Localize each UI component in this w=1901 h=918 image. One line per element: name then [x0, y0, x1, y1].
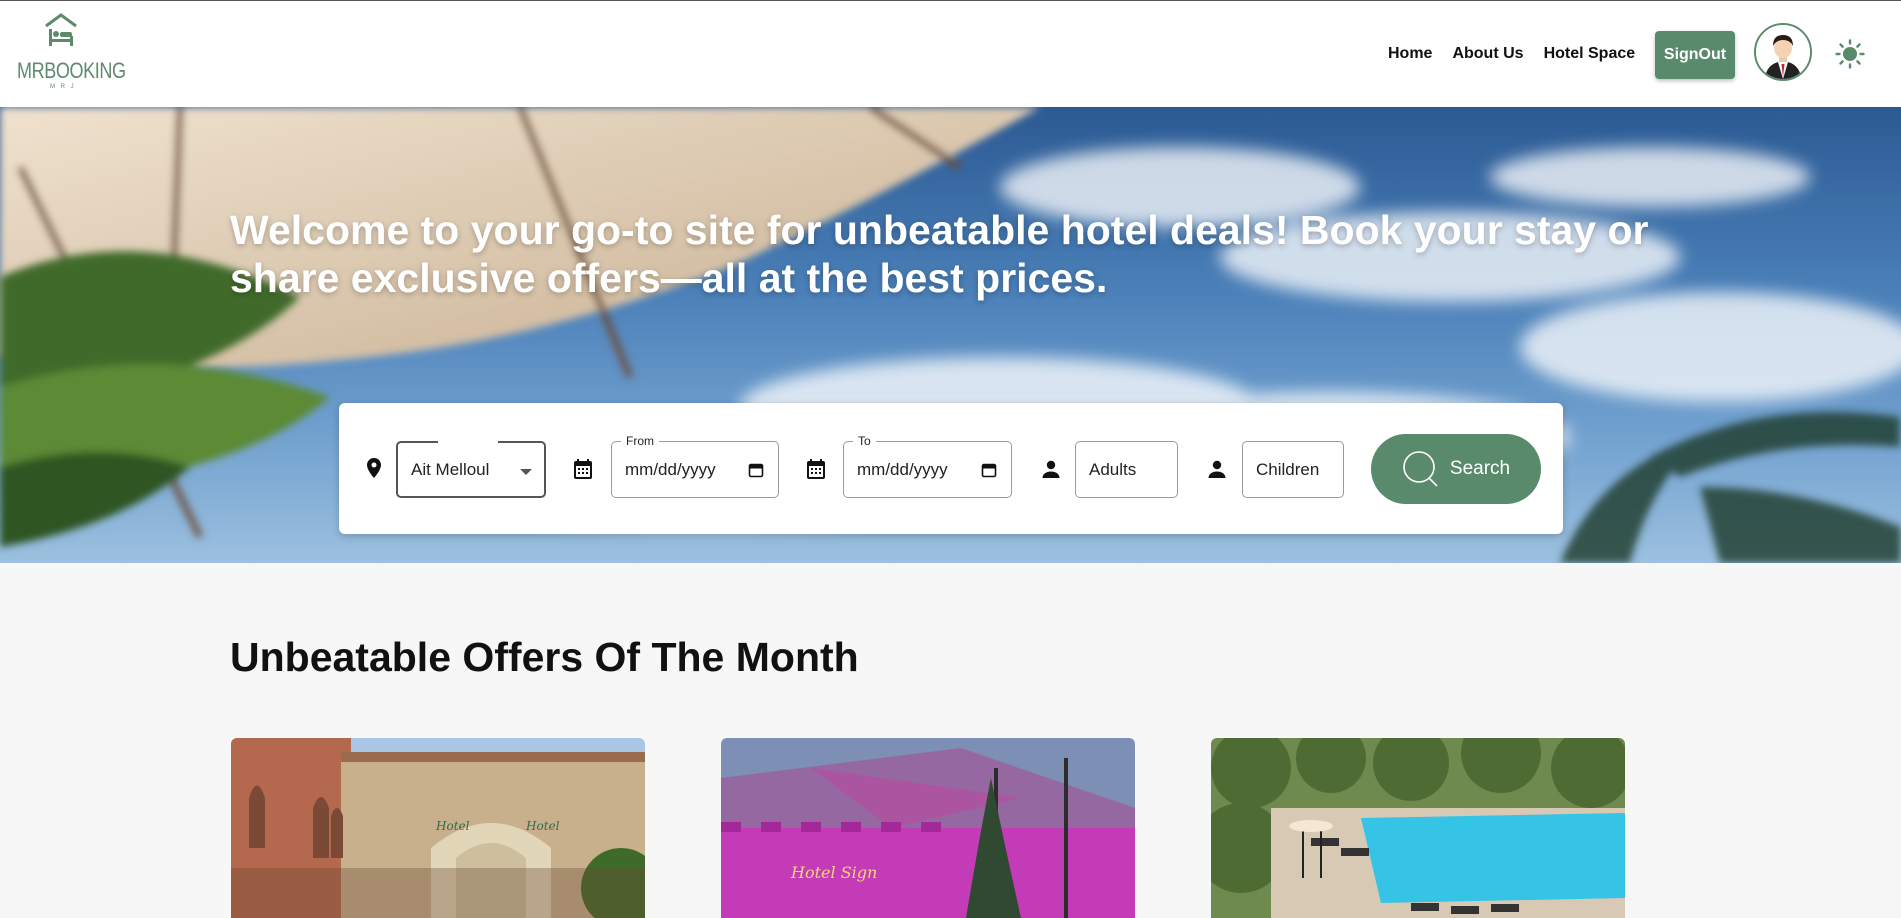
- calendar-picker-icon[interactable]: [981, 462, 997, 478]
- search-panel: Ait Melloul From mm/dd/yyyy To mm/dd/yyy…: [339, 403, 1563, 534]
- calendar-picker-icon[interactable]: [748, 462, 764, 478]
- bed-icon: [45, 13, 77, 46]
- to-date-input[interactable]: To mm/dd/yyyy: [843, 433, 1012, 498]
- person-icon: [1042, 460, 1060, 478]
- user-avatar[interactable]: [1754, 23, 1812, 81]
- main-nav: Home About Us Hotel Space: [1388, 45, 1635, 63]
- city-select[interactable]: Ait Melloul: [396, 441, 546, 498]
- from-date-input[interactable]: From mm/dd/yyyy: [611, 433, 779, 498]
- offer-card[interactable]: [1211, 738, 1625, 918]
- chevron-down-icon: [520, 469, 532, 475]
- search-button[interactable]: Search: [1371, 434, 1541, 504]
- offers-heading: Unbeatable Offers Of The Month: [230, 634, 859, 680]
- hero-title: Welcome to your go-to site for unbeatabl…: [230, 207, 1649, 301]
- from-date-value: mm/dd/yyyy: [625, 459, 716, 479]
- hotel-pool-image: [1211, 738, 1625, 918]
- sun-icon: [1835, 39, 1865, 69]
- calendar-icon: [807, 459, 825, 479]
- search-button-label: Search: [1449, 458, 1511, 479]
- nav-home[interactable]: Home: [1388, 45, 1432, 63]
- theme-toggle[interactable]: [1835, 39, 1865, 69]
- nav-about-us[interactable]: About Us: [1452, 45, 1523, 63]
- brand-logo[interactable]: MRBOOKING M R J: [17, 12, 126, 92]
- children-input[interactable]: Children: [1242, 441, 1344, 498]
- svg-text:Hotel: Hotel: [525, 819, 560, 833]
- svg-text:Hotel Sign: Hotel Sign: [790, 863, 877, 882]
- brand-name: MRBOOKING: [17, 58, 126, 83]
- children-placeholder: Children: [1256, 459, 1320, 479]
- to-date-value: mm/dd/yyyy: [857, 459, 948, 479]
- search-icon: [1403, 451, 1438, 487]
- offer-card[interactable]: Hotel Hotel: [231, 738, 645, 918]
- offer-card[interactable]: Hotel Sign: [721, 738, 1135, 918]
- city-select-value: Ait Melloul: [411, 459, 490, 479]
- hotel-facade-image: Hotel Hotel: [231, 738, 645, 918]
- location-pin-icon: [367, 458, 381, 478]
- signout-button[interactable]: SignOut: [1655, 31, 1735, 79]
- person-icon: [1208, 460, 1226, 478]
- hotel-night-image: Hotel Sign: [721, 738, 1135, 918]
- svg-text:Hotel: Hotel: [435, 819, 470, 833]
- adults-placeholder: Adults: [1089, 459, 1137, 479]
- brand-subtext: M R J: [50, 84, 76, 90]
- from-legend: From: [621, 433, 659, 449]
- adults-input[interactable]: Adults: [1075, 441, 1178, 498]
- calendar-icon: [574, 459, 592, 479]
- to-legend: To: [853, 433, 876, 449]
- site-header: MRBOOKING M R J Home About Us Hotel Spac…: [0, 0, 1901, 107]
- nav-hotel-space[interactable]: Hotel Space: [1544, 45, 1636, 63]
